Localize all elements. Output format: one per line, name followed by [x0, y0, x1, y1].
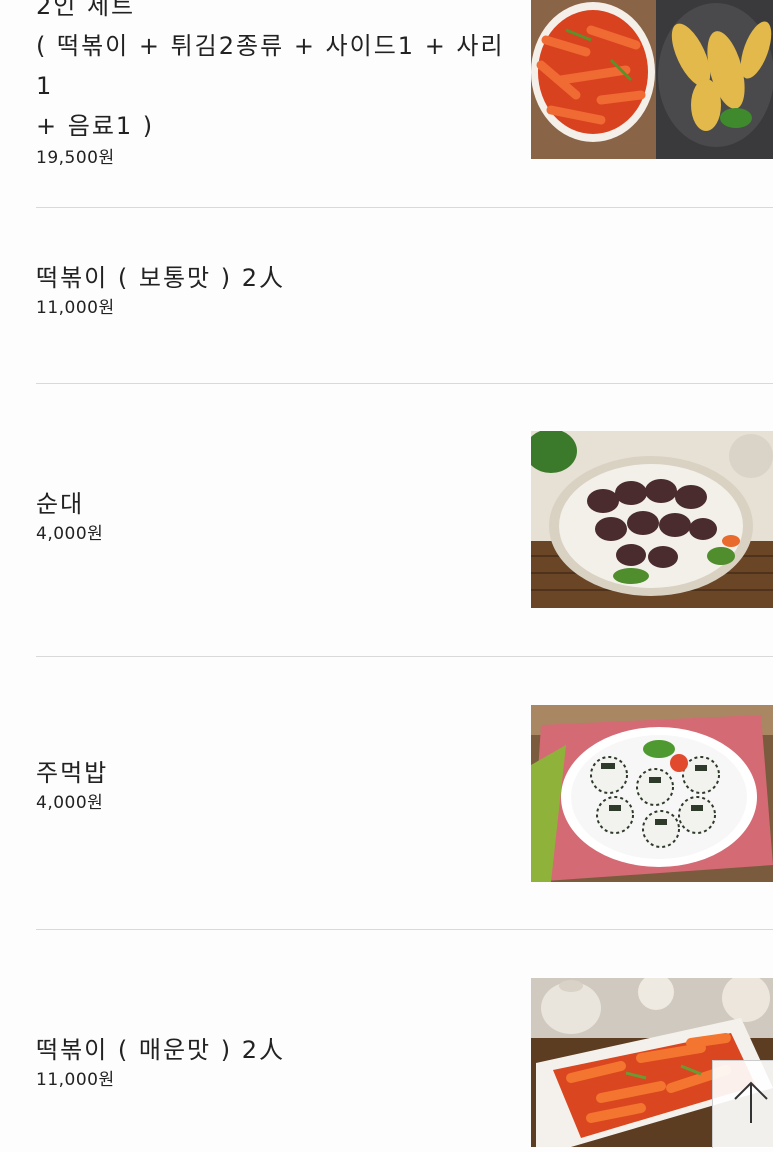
sundae-photo[interactable] — [531, 431, 773, 608]
menu-item-name: 순대 — [36, 490, 85, 518]
menu-item-name: 주먹밥 — [36, 759, 109, 787]
menu-item-tteokbokki-mild[interactable]: 떡볶이 ( 보통맛 ) 2人 11,000원 — [36, 208, 773, 382]
menu-item-name: 떡볶이 ( 매운맛 ) 2人 — [36, 1036, 285, 1064]
tteokbokki-and-tempura-photo[interactable] — [531, 0, 773, 159]
menu-item-price: 4,000원 — [36, 524, 104, 544]
rice-ball-photo[interactable] — [531, 705, 773, 882]
menu-item-price: 11,000원 — [36, 298, 115, 318]
arrow-up-icon — [713, 1061, 773, 1148]
scroll-to-top-button[interactable] — [712, 1060, 773, 1148]
menu-item-price: 11,000원 — [36, 1070, 115, 1090]
menu-item-price: 19,500원 — [36, 148, 115, 168]
menu-item-price: 4,000원 — [36, 793, 104, 813]
menu-item-name: 떡볶이 ( 보통맛 ) 2人 — [36, 264, 285, 292]
menu-item-name: 2인 세트 ( 떡볶이 + 튀김2종류 + 사이드1 + 사리1 + 음료1 ) — [36, 0, 505, 140]
